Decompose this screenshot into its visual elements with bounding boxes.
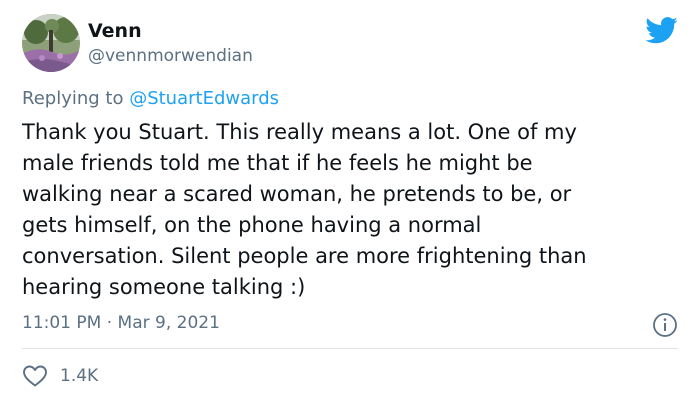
tweet-time[interactable]: 11:01 PM [22,313,101,333]
meta-separator: · [101,313,118,333]
like-button[interactable]: 1.4K [22,362,98,390]
tweet-text-line: hearing someone talking :) [22,275,306,299]
tweet-date[interactable]: Mar 9, 2021 [118,313,220,333]
tweet-card: Venn @vennmorwendian Replying to @Stuart… [0,0,700,402]
like-count: 1.4K [60,366,99,386]
tweet-text: Thank you Stuart. This really means a lo… [22,117,682,303]
tweet-text-line: gets himself, on the phone having a norm… [22,213,482,237]
replying-to-line: Replying to @StuartEdwards [22,88,279,109]
divider [22,348,678,349]
mention-link[interactable]: @StuartEdwards [129,88,279,109]
heart-icon [23,365,47,387]
user-name[interactable]: Venn [88,20,142,42]
user-handle[interactable]: @vennmorwendian [88,46,253,66]
tweet-text-line: male friends told me that if he feels he… [22,151,533,175]
tweet-text-line: conversation. Silent people are more fri… [22,244,587,268]
replying-to-label: Replying to [22,88,130,109]
tweet-timestamp: 11:01 PM · Mar 9, 2021 [22,313,220,333]
info-icon[interactable] [652,312,678,338]
tweet-text-line: Thank you Stuart. This really means a lo… [22,120,577,144]
twitter-bird-icon[interactable] [644,16,678,46]
avatar-photo [22,14,80,72]
tweet-text-line: walking near a scared woman, he pretends… [22,182,572,206]
avatar[interactable] [22,14,80,72]
